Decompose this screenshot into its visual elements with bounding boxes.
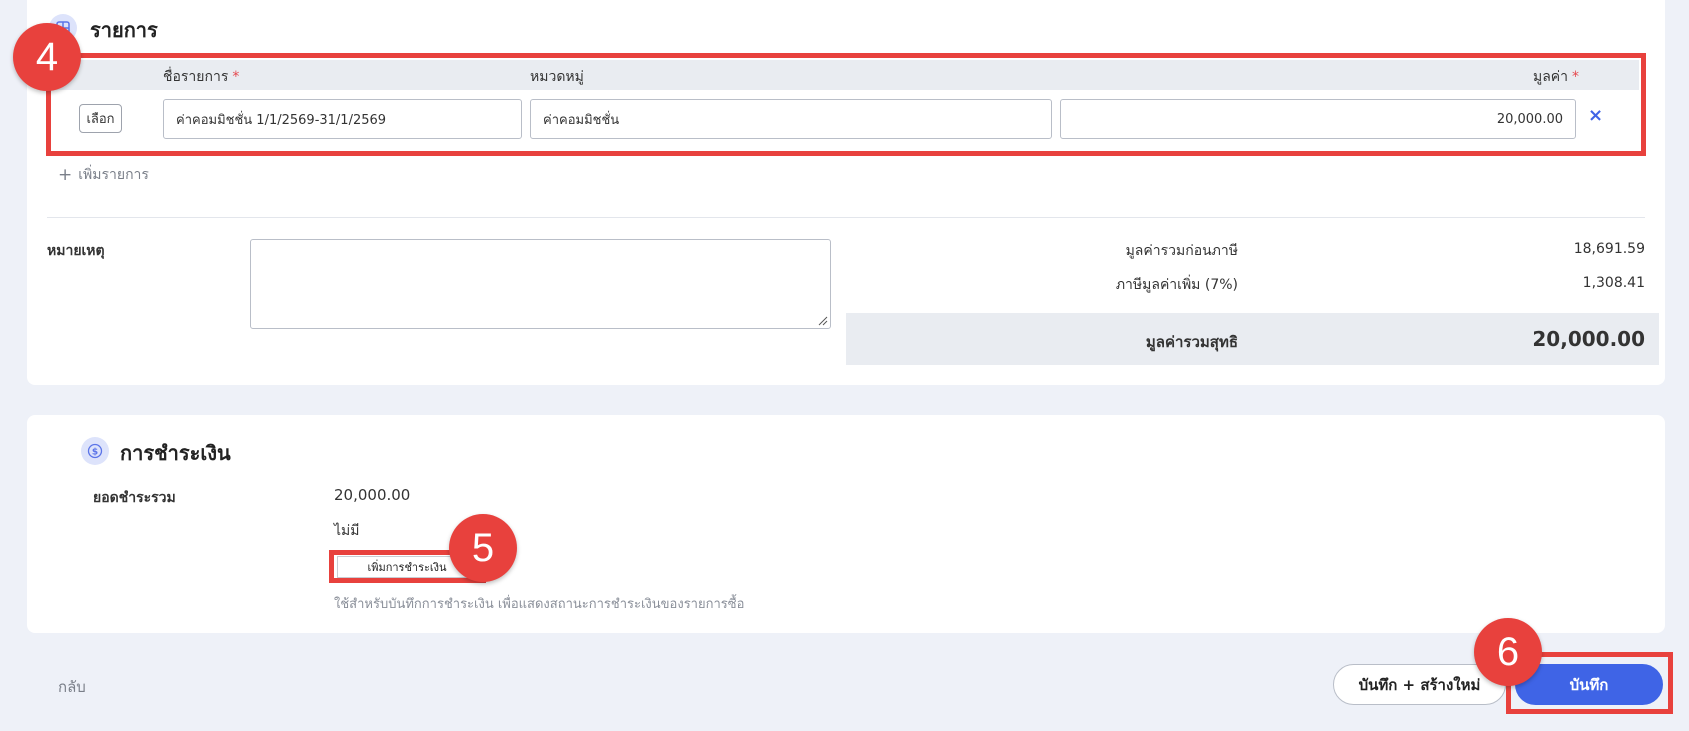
net-total-label: มูลค่ารวมสุทธิ <box>1145 333 1238 351</box>
item-value-input[interactable]: 20,000.00 <box>1060 99 1576 139</box>
section-divider <box>47 217 1645 218</box>
header-category: หมวดหมู่ <box>530 69 584 85</box>
net-total-value: 20,000.00 <box>1532 327 1645 351</box>
item-name-input[interactable]: ค่าคอมมิชชั่น 1/1/2569-31/1/2569 <box>163 99 522 139</box>
step-6-badge: 6 <box>1474 618 1542 686</box>
payment-total-value: 20,000.00 <box>334 486 411 504</box>
subtotal-label: มูลค่ารวมก่อนภาษี <box>1125 243 1238 259</box>
plus-icon: + <box>58 165 73 185</box>
payment-total-label: ยอดชำระรวม <box>93 490 176 506</box>
items-section-title: รายการ <box>90 18 158 42</box>
payment-card <box>27 415 1665 633</box>
step-4-badge: 4 <box>13 23 81 91</box>
step-5-badge: 5 <box>449 514 517 582</box>
payment-section-icon: $ <box>81 437 109 465</box>
notes-label: หมายเหตุ <box>47 243 105 259</box>
add-item-link[interactable]: + เพิ่มรายการ <box>58 164 149 186</box>
payment-section-title: การชำระเงิน <box>120 441 231 465</box>
add-item-label: เพิ่มรายการ <box>78 167 149 183</box>
payment-hint: ใช้สำหรับบันทึกการชำระเงิน เพื่อแสดงสถาน… <box>334 597 745 612</box>
vat-value: 1,308.41 <box>1582 275 1645 291</box>
resize-grip-icon[interactable] <box>818 316 828 326</box>
choose-item-button[interactable]: เลือก <box>79 104 122 133</box>
payment-none-text: ไม่มี <box>334 523 360 539</box>
subtotal-value: 18,691.59 <box>1573 241 1645 257</box>
dollar-coin-icon: $ <box>87 443 103 459</box>
item-category-input[interactable]: ค่าคอมมิชชั่น <box>530 99 1052 139</box>
back-link[interactable]: กลับ <box>58 675 86 699</box>
svg-text:$: $ <box>92 448 98 458</box>
remove-row-icon[interactable]: × <box>1588 105 1603 126</box>
header-value: มูลค่า * <box>1533 69 1580 85</box>
header-name: ชื่อรายการ * <box>163 69 240 85</box>
save-button[interactable]: บันทึก <box>1515 664 1663 705</box>
vat-label: ภาษีมูลค่าเพิ่ม (7%) <box>1115 277 1238 293</box>
items-table-header: ชื่อรายการ * หมวดหมู่ มูลค่า * <box>49 60 1639 90</box>
notes-textarea[interactable] <box>250 239 831 329</box>
